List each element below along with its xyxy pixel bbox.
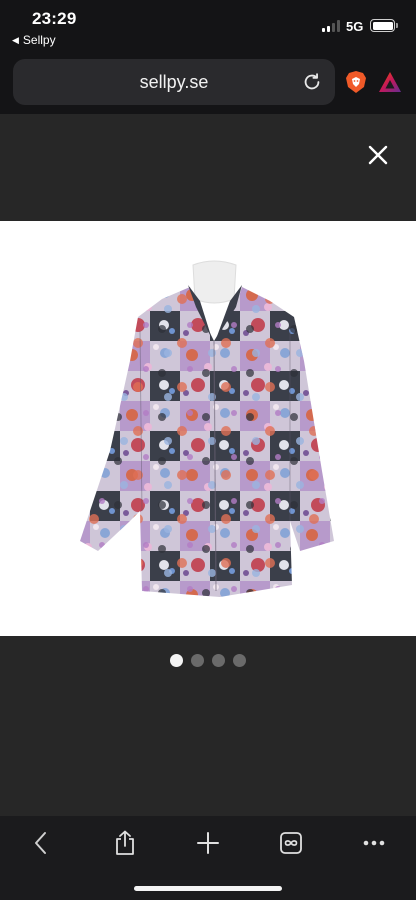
gallery-pagination (0, 654, 416, 667)
status-time: 23:29 (32, 9, 77, 28)
back-arrow-icon: ◀ (12, 34, 19, 45)
product-photo[interactable] (0, 221, 416, 636)
patterned-blouse-icon (80, 260, 334, 597)
gallery-dot[interactable] (191, 654, 204, 667)
back-to-app-link[interactable]: ◀ Sellpy (12, 33, 56, 47)
battery-icon (370, 19, 395, 32)
close-icon[interactable] (367, 144, 389, 166)
back-button[interactable] (26, 828, 56, 858)
share-button[interactable] (110, 828, 140, 858)
reload-icon[interactable] (301, 71, 323, 93)
signal-icon (322, 20, 340, 32)
url-text[interactable]: sellpy.se (13, 72, 335, 93)
brave-shields-icon[interactable] (345, 70, 367, 94)
gallery-dot[interactable] (170, 654, 183, 667)
tabs-button[interactable] (276, 828, 306, 858)
network-type: 5G (346, 19, 364, 34)
gallery-dot[interactable] (212, 654, 225, 667)
page-content (0, 114, 416, 816)
address-bar[interactable]: sellpy.se (13, 59, 335, 105)
back-app-label: Sellpy (22, 33, 56, 47)
share-icon (116, 830, 134, 855)
brave-rewards-icon[interactable] (378, 71, 402, 93)
home-indicator (134, 886, 282, 891)
new-tab-button[interactable] (193, 828, 223, 858)
chevron-left-icon (35, 832, 46, 854)
menu-button[interactable] (359, 828, 389, 858)
browser-toolbar (0, 816, 416, 900)
gallery-dot[interactable] (233, 654, 246, 667)
tabs-icon (280, 832, 302, 854)
status-bar: 23:29 ◀ Sellpy 5G (0, 0, 416, 52)
plus-icon (197, 832, 219, 854)
more-icon (363, 840, 385, 846)
